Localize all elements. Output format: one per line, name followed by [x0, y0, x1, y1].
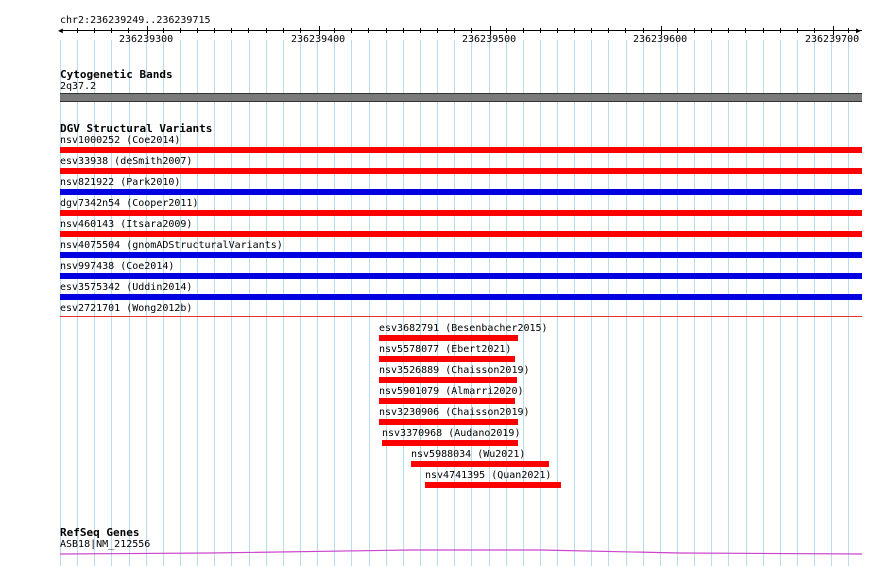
ruler-tick-label: 236239600 — [633, 34, 688, 45]
variant-bar[interactable] — [411, 461, 549, 467]
ruler-minor-tick — [540, 28, 541, 33]
ruler-minor-tick — [677, 28, 678, 33]
ruler-minor-tick — [557, 28, 558, 33]
variant-thin-line[interactable] — [60, 316, 862, 317]
ruler-minor-tick — [266, 28, 267, 33]
ruler-tick-label: 236239400 — [291, 34, 346, 45]
ruler-minor-tick — [643, 28, 644, 33]
ruler-minor-tick — [780, 28, 781, 33]
ruler-minor-tick — [197, 28, 198, 33]
ruler-minor-tick — [231, 28, 232, 33]
ruler-minor-tick — [745, 28, 746, 33]
variant-bar[interactable] — [379, 398, 515, 404]
ruler-minor-tick — [608, 28, 609, 33]
variant-label: nsv821922 (Park2010) — [60, 177, 181, 188]
ruler-tick-label: 236239500 — [462, 34, 517, 45]
ruler-minor-tick — [728, 28, 729, 33]
variant-label: nsv3526889 (Chaisson2019) — [379, 365, 530, 376]
ruler-minor-tick — [625, 28, 626, 33]
variant-label: nsv3230906 (Chaisson2019) — [379, 407, 530, 418]
ruler-minor-tick — [180, 28, 181, 33]
variant-label: nsv5578077 (Ebert2021) — [379, 344, 512, 355]
ruler-minor-tick — [77, 28, 78, 33]
ruler-minor-tick — [368, 28, 369, 33]
ruler-minor-tick — [454, 28, 455, 33]
ruler-minor-tick — [523, 28, 524, 33]
variant-bar[interactable] — [379, 377, 517, 383]
variant-bar[interactable] — [379, 356, 515, 362]
ruler-minor-tick — [763, 28, 764, 33]
variant-label: nsv460143 (Itsara2009) — [60, 219, 193, 230]
ruler-minor-tick — [574, 28, 575, 33]
variant-label: esv3575342 (Uddin2014) — [60, 282, 193, 293]
variant-label: nsv3370968 (Audano2019) — [382, 428, 521, 439]
refseq-track-title[interactable]: RefSeq Genes — [60, 526, 139, 539]
variant-label: nsv997438 (Coe2014) — [60, 261, 175, 272]
location-label: chr2:236239249..236239715 — [60, 15, 211, 26]
variant-bar[interactable] — [379, 419, 518, 425]
variant-bar[interactable] — [60, 231, 862, 237]
variant-label: esv33938 (deSmith2007) — [60, 156, 193, 167]
variant-label: nsv4741395 (Quan2021) — [425, 470, 552, 481]
ruler-minor-tick — [711, 28, 712, 33]
ruler-minor-tick — [814, 28, 815, 33]
ruler-minor-tick — [351, 28, 352, 33]
ruler-minor-tick — [111, 28, 112, 33]
ruler-tick-label: 236239300 — [119, 34, 174, 45]
ruler-minor-tick — [506, 28, 507, 33]
ruler-minor-tick — [797, 28, 798, 33]
variant-label: esv2721701 (Wong2012b) — [60, 303, 193, 314]
gene-model-line — [60, 549, 862, 555]
ruler-minor-tick — [214, 28, 215, 33]
ruler-minor-tick — [694, 28, 695, 33]
ruler-minor-tick — [94, 28, 95, 33]
ruler-tick-label: 236239700 — [805, 34, 860, 45]
variant-bar[interactable] — [60, 273, 862, 279]
variant-bar[interactable] — [60, 168, 862, 174]
cytoband-label: 2q37.2 — [60, 81, 97, 92]
variant-label: nsv4075504 (gnomADStructuralVariants) — [60, 240, 283, 251]
ruler-minor-tick — [248, 28, 249, 33]
variant-bar[interactable] — [60, 252, 862, 258]
variant-label: nsv5901079 (Almarri2020) — [379, 386, 524, 397]
cytoband-track-title[interactable]: Cytogenetic Bands — [60, 68, 173, 81]
ruler-minor-tick — [471, 28, 472, 33]
ruler-minor-tick — [591, 28, 592, 33]
ruler-minor-tick — [403, 28, 404, 33]
cytoband-bar[interactable] — [60, 93, 862, 102]
ruler-minor-tick — [163, 28, 164, 33]
variant-bar[interactable] — [382, 440, 518, 446]
variant-label: nsv5988034 (Wu2021) — [411, 449, 526, 460]
variant-bar[interactable] — [425, 482, 561, 488]
ruler-minor-tick — [283, 28, 284, 33]
variant-label: esv3682791 (Besenbacher2015) — [379, 323, 548, 334]
dgv-track-title[interactable]: DGV Structural Variants — [60, 122, 212, 135]
ruler-minor-tick — [300, 28, 301, 33]
variant-label: nsv1000252 (Coe2014) — [60, 135, 181, 146]
ruler-minor-tick — [128, 28, 129, 33]
ruler-minor-tick — [420, 28, 421, 33]
gene-model-ASB18[interactable] — [60, 544, 862, 558]
ruler-left-arrow-icon[interactable]: ◀ — [58, 27, 63, 35]
variant-bar[interactable] — [60, 147, 862, 153]
ruler-minor-tick — [848, 28, 849, 33]
variant-bar[interactable] — [60, 210, 862, 216]
variant-label: dgv7342n54 (Cooper2011) — [60, 198, 199, 209]
ruler-minor-tick — [334, 28, 335, 33]
variant-bar[interactable] — [379, 335, 518, 341]
variant-bar[interactable] — [60, 189, 862, 195]
variant-bar[interactable] — [60, 294, 862, 300]
ruler-minor-tick — [437, 28, 438, 33]
ruler-minor-tick — [386, 28, 387, 33]
